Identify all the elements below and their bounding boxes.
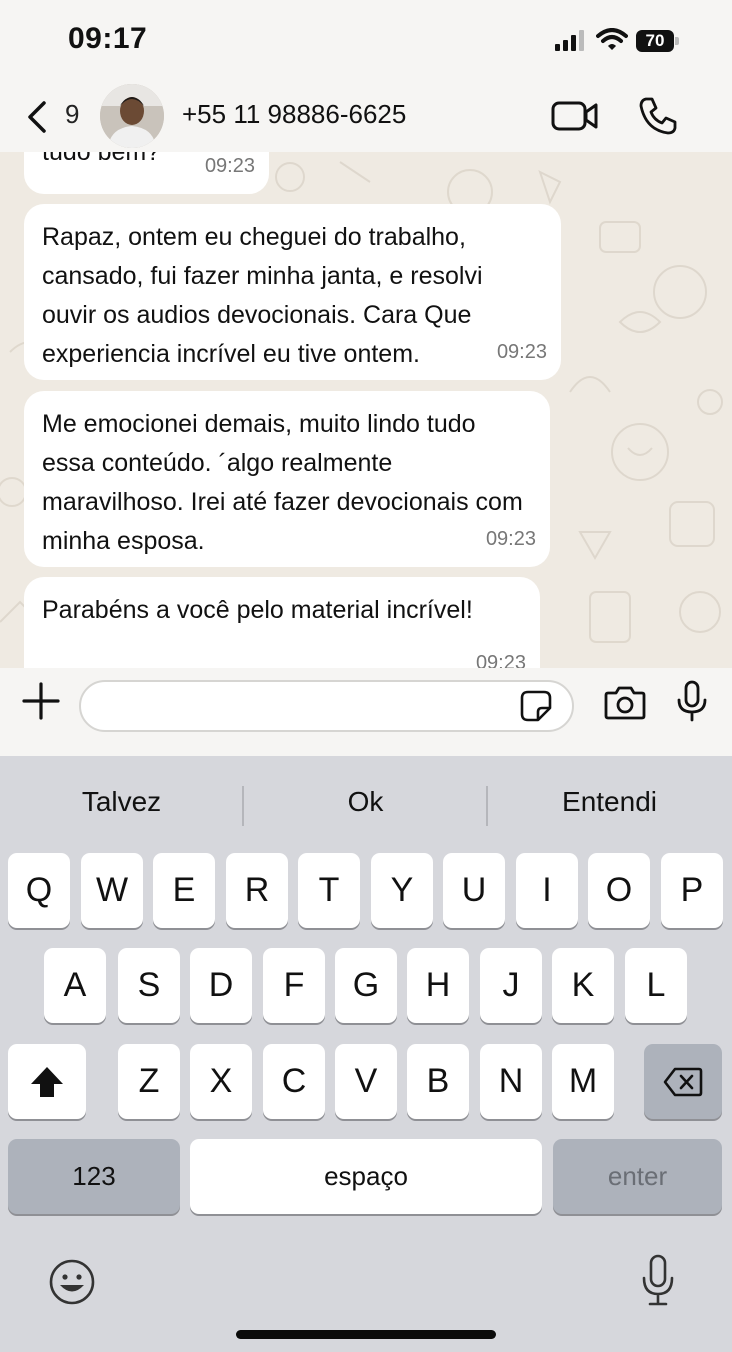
message-bubble[interactable]: Parabéns a você pelo material incrível! … xyxy=(24,577,540,668)
dictation-mic-icon[interactable] xyxy=(640,1254,676,1306)
key-h[interactable]: H xyxy=(407,948,469,1023)
shift-key[interactable] xyxy=(8,1044,86,1119)
key-c[interactable]: C xyxy=(263,1044,325,1119)
microphone-icon[interactable] xyxy=(676,680,708,722)
key-x[interactable]: X xyxy=(190,1044,252,1119)
key-w[interactable]: W xyxy=(81,853,143,928)
signal-icon xyxy=(555,30,584,51)
key-m[interactable]: M xyxy=(552,1044,614,1119)
status-bar: 09:17 70 xyxy=(0,0,732,78)
back-chevron-icon[interactable] xyxy=(24,100,54,134)
key-b[interactable]: B xyxy=(407,1044,469,1119)
chat-area[interactable]: tudo bem? 09:23 Rapaz, ontem eu cheguei … xyxy=(0,152,732,668)
contact-name[interactable]: +55 11 98886-6625 xyxy=(182,99,406,130)
home-indicator[interactable] xyxy=(236,1330,496,1339)
backspace-icon xyxy=(663,1067,703,1096)
key-q[interactable]: Q xyxy=(8,853,70,928)
wifi-icon xyxy=(596,28,628,50)
key-y[interactable]: Y xyxy=(371,853,433,928)
emoji-icon[interactable] xyxy=(48,1258,96,1306)
video-call-icon[interactable] xyxy=(551,100,599,132)
message-time: 09:23 xyxy=(204,155,255,177)
key-g[interactable]: G xyxy=(335,948,397,1023)
message-bubble[interactable]: Rapaz, ontem eu cheguei do trabalho, can… xyxy=(24,204,561,380)
key-k[interactable]: K xyxy=(552,948,614,1023)
message-input[interactable] xyxy=(79,680,574,732)
key-z[interactable]: Z xyxy=(118,1044,180,1119)
unread-count[interactable]: 9 xyxy=(65,99,79,130)
chat-header: 9 +55 11 98886-6625 xyxy=(0,78,732,152)
backspace-key[interactable] xyxy=(644,1044,722,1119)
key-f[interactable]: F xyxy=(263,948,325,1023)
message-time: 09:23 xyxy=(485,528,536,550)
message-bubble[interactable]: tudo bem? 09:23 xyxy=(24,152,269,194)
message-input-bar xyxy=(0,668,732,756)
key-t[interactable]: T xyxy=(298,853,360,928)
message-time: 09:23 xyxy=(496,341,547,363)
key-l[interactable]: L xyxy=(625,948,687,1023)
key-e[interactable]: E xyxy=(153,853,215,928)
key-r[interactable]: R xyxy=(226,853,288,928)
shift-icon xyxy=(31,1066,63,1097)
keyboard: Talvez Ok Entendi Q W E R T Y U I O P A … xyxy=(0,756,732,1352)
suggestion-item[interactable]: Entendi xyxy=(488,786,731,826)
message-text: Rapaz, ontem eu cheguei do trabalho, can… xyxy=(42,223,483,368)
space-key[interactable]: espaço xyxy=(190,1139,542,1214)
key-a[interactable]: A xyxy=(44,948,106,1023)
key-o[interactable]: O xyxy=(588,853,650,928)
phone-icon[interactable] xyxy=(638,96,678,136)
plus-icon[interactable] xyxy=(22,682,60,720)
key-i[interactable]: I xyxy=(516,853,578,928)
numbers-key[interactable]: 123 xyxy=(8,1139,180,1214)
message-text: tudo bem? xyxy=(42,152,161,166)
key-v[interactable]: V xyxy=(335,1044,397,1119)
key-j[interactable]: J xyxy=(480,948,542,1023)
key-u[interactable]: U xyxy=(443,853,505,928)
sticker-icon[interactable] xyxy=(520,690,552,722)
message-text: Me emocionei demais, muito lindo tudo es… xyxy=(42,410,523,555)
key-p[interactable]: P xyxy=(661,853,723,928)
camera-icon[interactable] xyxy=(604,684,646,720)
status-time: 09:17 xyxy=(68,22,148,55)
battery-tip xyxy=(675,37,679,45)
avatar[interactable] xyxy=(100,84,164,148)
enter-key[interactable]: enter xyxy=(553,1139,722,1214)
suggestion-item[interactable]: Ok xyxy=(244,786,487,826)
message-time: 09:23 xyxy=(475,652,526,668)
key-s[interactable]: S xyxy=(118,948,180,1023)
suggestion-item[interactable]: Talvez xyxy=(0,786,243,826)
battery-icon: 70 xyxy=(636,30,674,52)
key-d[interactable]: D xyxy=(190,948,252,1023)
message-text: Parabéns a você pelo material incrível! xyxy=(42,596,473,624)
message-bubble[interactable]: Me emocionei demais, muito lindo tudo es… xyxy=(24,391,550,567)
key-n[interactable]: N xyxy=(480,1044,542,1119)
